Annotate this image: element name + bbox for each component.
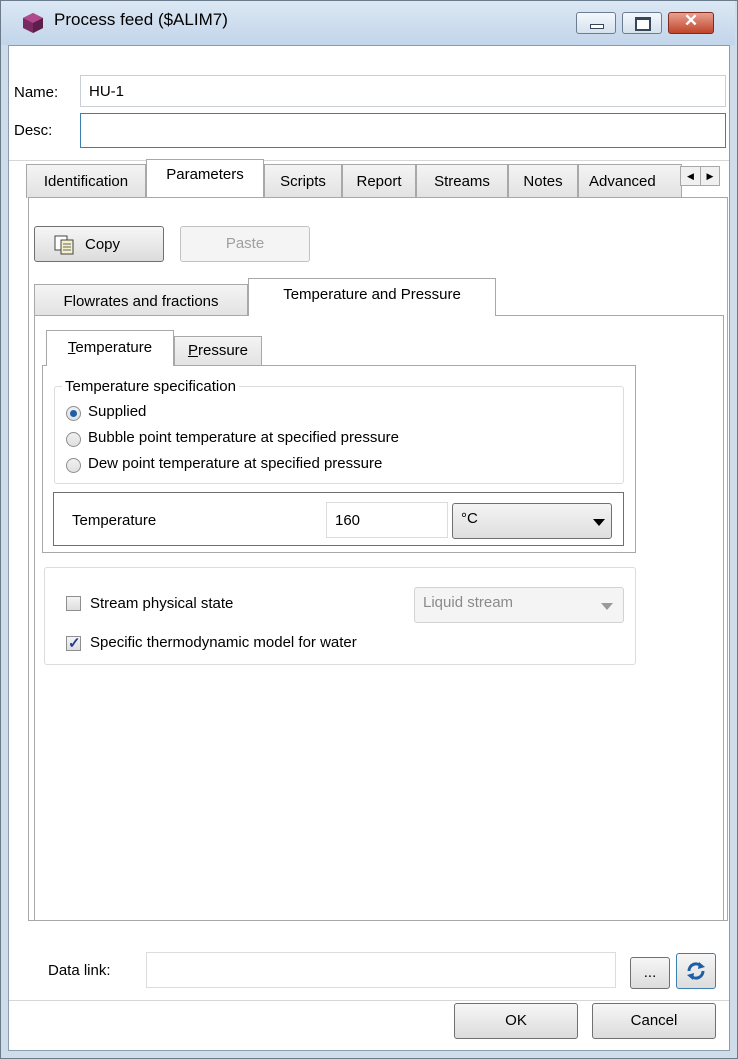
ok-button[interactable]: OK (454, 1003, 578, 1039)
copy-button[interactable]: Copy (34, 226, 164, 262)
tab-notes[interactable]: Notes (508, 164, 578, 198)
name-input[interactable] (80, 75, 726, 107)
tab-advanced[interactable]: Advanced (578, 164, 682, 198)
tab-report[interactable]: Report (342, 164, 416, 198)
desc-input[interactable] (80, 113, 726, 148)
tab-pressure-label: ressure (197, 342, 249, 359)
scroll-right-icon[interactable]: ▶ (701, 167, 719, 185)
temperature-unit-value: °C (461, 510, 478, 527)
temperature-unit-select[interactable]: °C (452, 503, 612, 539)
tab-scripts[interactable]: Scripts (264, 164, 342, 198)
maximize-button[interactable] (622, 12, 662, 34)
radio-bubble-point-label[interactable]: Bubble point temperature at specified pr… (88, 429, 399, 446)
thermo-model-checkbox[interactable] (66, 634, 81, 652)
tab-pressure[interactable]: Pressure (174, 336, 262, 366)
tab-pressure-mnemonic: P (187, 342, 198, 359)
tab-identification[interactable]: Identification (26, 164, 146, 198)
radio-bubble-point[interactable] (66, 432, 81, 447)
desc-label: Desc: (14, 122, 53, 139)
thermo-model-label[interactable]: Specific thermodynamic model for water (90, 634, 357, 651)
paste-button[interactable]: Paste (180, 226, 310, 262)
footer-divider (9, 1000, 729, 1001)
data-link-input[interactable] (146, 952, 616, 988)
window-title: Process feed ($ALIM7) (54, 10, 228, 29)
chevron-down-icon (601, 603, 613, 610)
temperature-spec-legend: Temperature specification (62, 378, 239, 395)
tab-scroll-buttons: ◀ ▶ (680, 166, 720, 186)
data-link-label: Data link: (48, 962, 111, 979)
tab-join-cover (249, 313, 495, 317)
name-label: Name: (14, 84, 59, 101)
tab-parameters[interactable]: Parameters (146, 159, 264, 197)
radio-supplied-label[interactable]: Supplied (88, 403, 146, 420)
temperature-label: Temperature (72, 512, 157, 529)
tab-temperature-and-pressure[interactable]: Temperature and Pressure (248, 278, 496, 316)
stream-physical-state-checkbox[interactable] (66, 596, 81, 611)
inner-tab-join-cover (47, 363, 173, 367)
stream-physical-state-value: Liquid stream (423, 594, 514, 611)
tab-flowrates-and-fractions[interactable]: Flowrates and fractions (34, 284, 248, 316)
radio-dew-point-label[interactable]: Dew point temperature at specified press… (88, 455, 382, 472)
radio-supplied[interactable] (66, 406, 81, 421)
tab-temperature-label: emperature (75, 339, 153, 356)
close-icon: ✕ (683, 11, 699, 30)
copy-icon (54, 235, 74, 255)
refresh-button[interactable] (676, 953, 716, 989)
refresh-icon (687, 962, 705, 980)
tab-temperature[interactable]: Temperature (46, 330, 174, 366)
cancel-button[interactable]: Cancel (592, 1003, 716, 1039)
stream-physical-state-select[interactable]: Liquid stream (414, 587, 624, 623)
minimize-button[interactable] (576, 12, 616, 34)
header-divider (9, 160, 729, 161)
radio-dew-point[interactable] (66, 458, 81, 473)
copy-button-label: Copy (85, 236, 121, 253)
scroll-left-icon[interactable]: ◀ (681, 167, 701, 185)
app-logo-icon (23, 13, 43, 33)
close-button[interactable]: ✕ (668, 11, 714, 34)
tab-streams[interactable]: Streams (416, 164, 508, 198)
chevron-down-icon (593, 519, 605, 526)
stream-physical-state-label[interactable]: Stream physical state (90, 595, 233, 612)
data-link-browse-button[interactable]: ... (630, 957, 670, 989)
temperature-input[interactable] (326, 502, 448, 538)
